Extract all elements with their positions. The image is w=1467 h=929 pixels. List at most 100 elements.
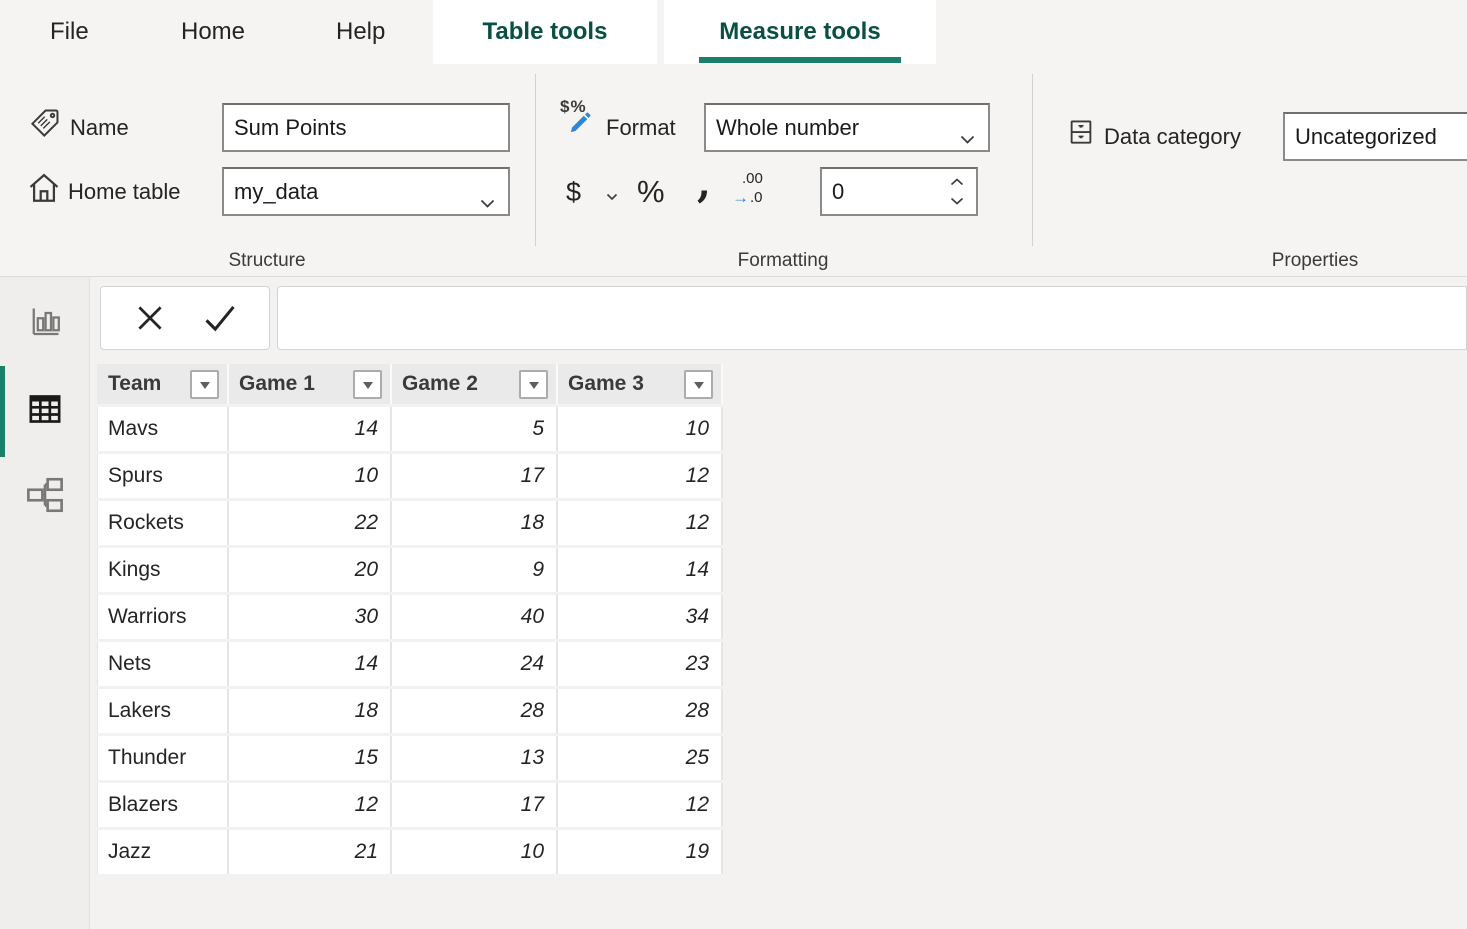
column-filter-button[interactable] xyxy=(684,370,713,399)
decimal-places-value: 0 xyxy=(832,179,844,205)
value-cell[interactable]: 21 xyxy=(229,830,392,874)
team-cell[interactable]: Mavs xyxy=(97,407,229,451)
value-cell[interactable]: 17 xyxy=(392,783,558,827)
menu-file[interactable]: File xyxy=(50,0,89,64)
team-cell[interactable]: Thunder xyxy=(97,736,229,780)
value-cell[interactable]: 22 xyxy=(229,501,392,545)
value-cell[interactable]: 13 xyxy=(392,736,558,780)
formula-line-number: 1 xyxy=(342,349,356,350)
column-header-game-3[interactable]: Game 3 xyxy=(558,364,723,404)
column-filter-button[interactable] xyxy=(353,370,382,399)
value-cell[interactable]: 20 xyxy=(229,548,392,592)
column-header-team[interactable]: Team xyxy=(97,364,229,404)
view-sidebar xyxy=(0,277,90,929)
menu-home[interactable]: Home xyxy=(181,0,245,64)
column-header-game-2[interactable]: Game 2 xyxy=(392,364,558,404)
chevron-down-icon[interactable] xyxy=(950,197,964,205)
value-cell[interactable]: 10 xyxy=(558,407,723,451)
value-cell[interactable]: 9 xyxy=(392,548,558,592)
value-cell[interactable]: 12 xyxy=(558,501,723,545)
team-cell[interactable]: Kings xyxy=(97,548,229,592)
value-cell[interactable]: 34 xyxy=(558,595,723,639)
formula-input[interactable]: 1Sum Points = CALCULATE(SUMX('my_data', … xyxy=(277,286,1467,350)
report-view-icon xyxy=(26,304,64,340)
table-header-row: TeamGame 1 Game 2 Game 3 xyxy=(97,364,723,404)
filter-dropdown-icon xyxy=(200,382,210,389)
decimal-places-icon[interactable]: .00 → .0 xyxy=(732,170,776,214)
tag-icon xyxy=(28,106,62,145)
home-icon xyxy=(26,170,62,211)
chevron-up-icon[interactable] xyxy=(950,178,964,186)
value-cell[interactable]: 14 xyxy=(229,407,392,451)
content-area: 1Sum Points = CALCULATE(SUMX('my_data', … xyxy=(0,277,1467,929)
measure-name-input[interactable]: Sum Points xyxy=(222,103,510,152)
filter-dropdown-icon xyxy=(529,382,539,389)
team-cell[interactable]: Jazz xyxy=(97,830,229,874)
team-cell[interactable]: Blazers xyxy=(97,783,229,827)
team-cell[interactable]: Nets xyxy=(97,642,229,686)
value-cell[interactable]: 23 xyxy=(558,642,723,686)
value-cell[interactable]: 25 xyxy=(558,736,723,780)
table-row: Nets142423 xyxy=(97,642,723,686)
measure-name-value: Sum Points xyxy=(234,115,347,141)
value-cell[interactable]: 12 xyxy=(229,783,392,827)
percent-format-button[interactable]: % xyxy=(637,168,665,216)
value-cell[interactable]: 19 xyxy=(558,830,723,874)
table-row: Mavs14510 xyxy=(97,407,723,451)
decimal-places-spinner[interactable]: 0 xyxy=(820,167,978,216)
column-header-label: Game 2 xyxy=(402,372,478,396)
value-cell[interactable]: 15 xyxy=(229,736,392,780)
commit-formula-button[interactable] xyxy=(200,298,240,338)
report-view-button[interactable] xyxy=(24,301,66,343)
data-category-icon xyxy=(1066,116,1096,153)
value-cell[interactable]: 12 xyxy=(558,783,723,827)
data-category-value: Uncategorized xyxy=(1295,124,1437,150)
model-view-icon xyxy=(24,474,66,516)
table-row: Jazz211019 xyxy=(97,830,723,874)
decimal-icon-top: .00 xyxy=(732,170,776,188)
data-table: TeamGame 1Game 2Game 3 Mavs14510Spurs101… xyxy=(97,364,723,877)
column-header-label: Game 3 xyxy=(568,372,644,396)
tab-table-tools[interactable]: Table tools xyxy=(433,0,657,64)
value-cell[interactable]: 24 xyxy=(392,642,558,686)
value-cell[interactable]: 14 xyxy=(558,548,723,592)
team-cell[interactable]: Warriors xyxy=(97,595,229,639)
format-dropdown[interactable]: Whole number xyxy=(704,103,990,152)
table-row: Lakers182828 xyxy=(97,689,723,733)
value-cell[interactable]: 28 xyxy=(392,689,558,733)
tab-measure-tools-label: Measure tools xyxy=(719,18,880,46)
value-cell[interactable]: 14 xyxy=(229,642,392,686)
home-table-dropdown[interactable]: my_data xyxy=(222,167,510,216)
spinner-controls xyxy=(950,169,966,214)
chevron-down-icon[interactable] xyxy=(606,188,618,206)
column-header-game-1[interactable]: Game 1 xyxy=(229,364,392,404)
thousands-separator-button[interactable]: , xyxy=(697,160,711,208)
properties-section-label: Properties xyxy=(1215,250,1415,272)
value-cell[interactable]: 10 xyxy=(229,454,392,498)
cancel-formula-button[interactable] xyxy=(130,298,170,338)
team-cell[interactable]: Lakers xyxy=(97,689,229,733)
active-tab-underline xyxy=(699,57,901,63)
column-filter-button[interactable] xyxy=(190,370,219,399)
currency-format-button[interactable]: $ xyxy=(566,168,581,216)
value-cell[interactable]: 18 xyxy=(229,689,392,733)
menu-help[interactable]: Help xyxy=(336,0,385,64)
table-row: Warriors304034 xyxy=(97,595,723,639)
value-cell[interactable]: 17 xyxy=(392,454,558,498)
data-view-button[interactable] xyxy=(24,388,66,430)
value-cell[interactable]: 10 xyxy=(392,830,558,874)
value-cell[interactable]: 12 xyxy=(558,454,723,498)
value-cell[interactable]: 30 xyxy=(229,595,392,639)
value-cell[interactable]: 5 xyxy=(392,407,558,451)
group-divider xyxy=(535,74,536,246)
model-view-button[interactable] xyxy=(24,474,66,516)
column-filter-button[interactable] xyxy=(519,370,548,399)
team-cell[interactable]: Spurs xyxy=(97,454,229,498)
value-cell[interactable]: 28 xyxy=(558,689,723,733)
tab-measure-tools[interactable]: Measure tools xyxy=(664,0,936,64)
team-cell[interactable]: Rockets xyxy=(97,501,229,545)
value-cell[interactable]: 18 xyxy=(392,501,558,545)
chevron-down-icon xyxy=(480,188,495,214)
data-category-dropdown[interactable]: Uncategorized xyxy=(1283,112,1467,161)
value-cell[interactable]: 40 xyxy=(392,595,558,639)
